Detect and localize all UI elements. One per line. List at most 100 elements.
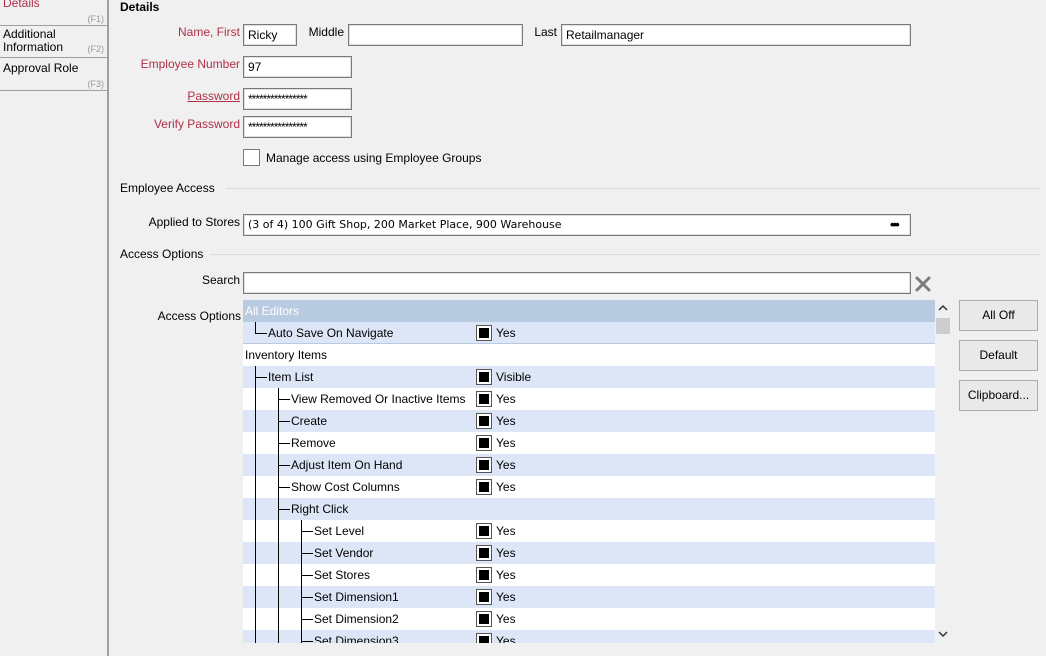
tree-connector [278, 388, 279, 643]
tree-connector [278, 443, 290, 444]
tree-connector [278, 465, 290, 466]
employee-number-label-text: Employee Number [140, 57, 240, 71]
nav-item-additional-information[interactable]: Additional Information (F2) [0, 26, 107, 58]
password-field[interactable]: **************** [243, 88, 352, 110]
checked-checkbox[interactable] [476, 435, 492, 451]
tree-row-name: Adjust Item On Hand [291, 458, 403, 472]
checked-checkbox[interactable] [476, 589, 492, 605]
tree-row-name: Remove [291, 436, 336, 450]
checked-checkbox[interactable] [476, 391, 492, 407]
search-input[interactable] [243, 272, 911, 294]
checked-checkbox[interactable] [476, 523, 492, 539]
checked-checkbox[interactable] [476, 567, 492, 583]
last-label: Last [534, 25, 557, 39]
name-first-label: Name, First [177, 25, 240, 39]
verify-password-field[interactable]: **************** [243, 116, 352, 138]
tree-row-set-stores[interactable]: Set Stores Yes [243, 564, 935, 586]
tree-row-name: Set Vendor [314, 546, 374, 560]
checked-checkbox[interactable] [476, 369, 492, 385]
employee-access-title: Employee Access [120, 181, 215, 195]
first-name-field[interactable]: Ricky [243, 24, 297, 46]
tree-row-name: View Removed Or Inactive Items [291, 392, 466, 406]
scroll-down-icon[interactable] [937, 628, 949, 640]
checked-checkbox[interactable] [476, 545, 492, 561]
tree-connector [301, 641, 313, 642]
tree-row-name: Show Cost Columns [291, 480, 400, 494]
last-name-field[interactable]: Retailmanager [561, 24, 911, 46]
clipboard-button[interactable]: Clipboard... [959, 380, 1038, 411]
grid-scrollbar[interactable] [935, 300, 951, 643]
tree-row-remove[interactable]: Remove Yes [243, 432, 935, 454]
tree-row-view-removed-or-inactive-items[interactable]: View Removed Or Inactive Items Yes [243, 388, 935, 410]
tree-row-value-cell [473, 344, 935, 366]
tree-row-create[interactable]: Create Yes [243, 410, 935, 432]
tree-connector [278, 487, 290, 488]
tree-row-name: Set Stores [314, 568, 371, 582]
tree-row-right-click[interactable]: Right Click [243, 498, 935, 520]
checked-checkbox[interactable] [476, 479, 492, 495]
tree-row-name: All Editors [245, 304, 300, 318]
tree-row-set-dimension3[interactable]: Set Dimension3 Yes [243, 630, 935, 643]
tree-row-value: Yes [496, 590, 516, 604]
checked-checkbox[interactable] [476, 325, 492, 341]
checked-checkbox[interactable] [476, 633, 492, 643]
checked-checkbox[interactable] [476, 611, 492, 627]
tree-row-item-list[interactable]: Item List Visible [243, 366, 935, 388]
tree-row-value: Yes [496, 326, 516, 340]
tree-row-set-level[interactable]: Set Level Yes [243, 520, 935, 542]
search-label: Search [201, 273, 240, 287]
tree-row-value: Yes [496, 612, 516, 626]
nav-item-label: Approval Role [3, 61, 79, 75]
tree-row-show-cost-columns[interactable]: Show Cost Columns Yes [243, 476, 935, 498]
password-label: Password [187, 89, 240, 103]
tree-row-set-vendor[interactable]: Set Vendor Yes [243, 542, 935, 564]
checked-checkbox[interactable] [476, 457, 492, 473]
applied-to-stores-label: Applied to Stores [148, 215, 240, 229]
employee-access-divider [226, 188, 1040, 189]
employee-number-field[interactable]: 97 [243, 56, 352, 78]
scroll-up-icon[interactable] [937, 302, 949, 314]
tree-row-value: Yes [496, 458, 516, 472]
nav-item-approval-role[interactable]: Approval Role (F3) [0, 58, 107, 91]
employee-number-label: Employee Number [120, 57, 240, 71]
tree-row-set-dimension1[interactable]: Set Dimension1 Yes [243, 586, 935, 608]
tree-connector [255, 322, 256, 333]
default-button[interactable]: Default [959, 340, 1038, 371]
tree-row-name: Create [291, 414, 328, 428]
tree-connector [301, 553, 313, 554]
tree-row-set-dimension2[interactable]: Set Dimension2 Yes [243, 608, 935, 630]
chevron-down-icon [938, 631, 948, 638]
tree-row-name: Set Level [314, 524, 365, 538]
tree-row-auto-save-on-navigate[interactable]: Auto Save On Navigate Yes [243, 322, 935, 344]
all-off-button[interactable]: All Off [959, 300, 1038, 331]
nav-item-details[interactable]: Details (F1) [0, 0, 107, 26]
nav-item-label: Additional Information [3, 27, 64, 54]
clear-search-icon[interactable] [914, 275, 932, 293]
tree-row-all-editors[interactable]: All Editors [243, 300, 935, 322]
applied-to-stores-field[interactable]: (3 of 4) 100 Gift Shop, 200 Market Place… [243, 214, 911, 236]
tree-row-name: Set Dimension2 [314, 612, 399, 626]
manage-groups-checkbox[interactable] [243, 149, 260, 166]
tree-row-name: Auto Save On Navigate [268, 326, 394, 340]
stores-more-button[interactable]: ••• [890, 217, 900, 232]
middle-name-field[interactable] [348, 24, 523, 46]
scroll-thumb[interactable] [936, 318, 950, 334]
access-options-divider [210, 254, 1040, 255]
access-options-grid-label: Access Options [157, 309, 241, 323]
tree-row-name: Set Dimension3 [314, 634, 399, 643]
tree-connector [301, 619, 313, 620]
close-icon-svg [915, 276, 931, 292]
tree-connector [255, 377, 267, 378]
access-options-tree-grid[interactable]: All Editors Auto Save On Navigate Yes In… [243, 300, 935, 643]
tree-row-value: Yes [496, 392, 516, 406]
shortcut-key: (F2) [87, 44, 105, 54]
tree-row-value: Visible [496, 370, 532, 384]
tree-row-name: Item List [268, 370, 314, 384]
middle-label: Middle [308, 25, 344, 39]
tree-row-value: Yes [496, 546, 516, 560]
checked-checkbox[interactable] [476, 413, 492, 429]
tree-row-inventory-items[interactable]: Inventory Items [243, 344, 935, 366]
tree-row-value: Yes [496, 634, 516, 643]
tree-connector [278, 509, 290, 510]
tree-row-adjust-item-on-hand[interactable]: Adjust Item On Hand Yes [243, 454, 935, 476]
